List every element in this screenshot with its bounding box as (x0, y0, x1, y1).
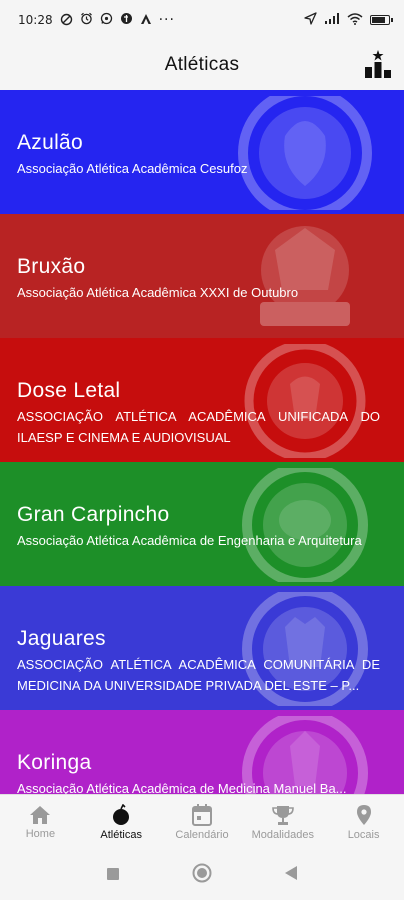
wifi-icon (347, 12, 363, 28)
whatsapp-icon (100, 12, 113, 28)
trophy-icon (271, 806, 294, 825)
atletica-card-gran-carpincho[interactable]: Gran Carpincho Associação Atlética Acadê… (0, 462, 404, 586)
atletica-description: Associação Atlética Acadêmica de Medicin… (17, 781, 347, 794)
location-pin-icon (356, 805, 371, 825)
signal-a-icon (140, 13, 152, 28)
nav-atleticas[interactable]: Atléticas (81, 795, 162, 850)
location-arrow-icon (304, 12, 317, 28)
atletica-description: ASSOCIAÇÃO ATLÉTICA ACADÊMICA COMUNITÁRI… (17, 657, 380, 693)
vpn-icon (120, 12, 133, 28)
atletica-description: ASSOCIAÇÃO ATLÉTICA ACADÊMICA UNIFICADA … (17, 409, 380, 445)
app-bar: Atléticas (0, 40, 404, 90)
recents-square-icon[interactable] (106, 866, 120, 885)
blocked-icon (60, 13, 73, 28)
atletica-name: Koringa (17, 751, 92, 774)
atletica-name: Bruxão (17, 255, 86, 278)
atletica-card-jaguares[interactable]: Jaguares ASSOCIAÇÃO ATLÉTICA ACADÊMICA C… (0, 586, 404, 710)
back-triangle-icon[interactable] (284, 865, 298, 885)
nav-home[interactable]: Home (0, 795, 81, 850)
nav-label: Calendário (175, 829, 229, 841)
nav-modalidades[interactable]: Modalidades (242, 795, 323, 850)
calendar-icon (191, 804, 212, 826)
bottom-nav: Home Atléticas Calendário Modalidades Lo… (0, 794, 404, 850)
atletica-name: Azulão (17, 131, 84, 154)
atletica-description: Associação Atlética Acadêmica XXXI de Ou… (17, 285, 299, 300)
nav-label: Home (25, 828, 56, 840)
ranking-button[interactable] (362, 48, 394, 80)
home-icon (30, 806, 51, 824)
nav-label: Locais (347, 829, 380, 841)
atletica-name: Dose Letal (17, 379, 121, 402)
atletica-card-bruxao[interactable]: Bruxão Associação Atlética Acadêmica XXX… (0, 214, 404, 338)
home-circle-icon[interactable] (192, 863, 212, 887)
nav-label: Atléticas (100, 829, 142, 841)
system-nav (0, 850, 404, 900)
battery-fill (372, 17, 385, 23)
signal-icon (324, 12, 340, 28)
status-bar: 10:28 ··· (0, 0, 404, 40)
atletica-card-dose-letal[interactable]: Dose Letal ASSOCIAÇÃO ATLÉTICA ACADÊMICA… (0, 338, 404, 462)
page-title: Atléticas (164, 54, 240, 75)
atletica-name: Gran Carpincho (17, 503, 170, 526)
atleticas-icon (113, 804, 130, 825)
atleticas-list: Azulão Associação Atlética Acadêmica Ces… (0, 90, 404, 794)
atletica-name: Jaguares (17, 627, 106, 650)
nav-locais[interactable]: Locais (323, 795, 404, 850)
nav-calendario[interactable]: Calendário (162, 795, 243, 850)
atletica-description: Associação Atlética Acadêmica Cesufoz (17, 161, 248, 176)
more-dots-icon: ··· (158, 12, 175, 28)
battery-icon (370, 15, 393, 25)
ranking-podium-icon (365, 50, 391, 78)
atletica-card-koringa[interactable]: Koringa Associação Atlética Acadêmica de… (0, 710, 404, 794)
status-time: 10:28 (18, 13, 53, 27)
nav-label: Modalidades (251, 829, 314, 841)
alarm-icon (80, 12, 93, 28)
atletica-card-azulao[interactable]: Azulão Associação Atlética Acadêmica Ces… (0, 90, 404, 214)
atletica-description: Associação Atlética Acadêmica de Engenha… (17, 533, 362, 548)
